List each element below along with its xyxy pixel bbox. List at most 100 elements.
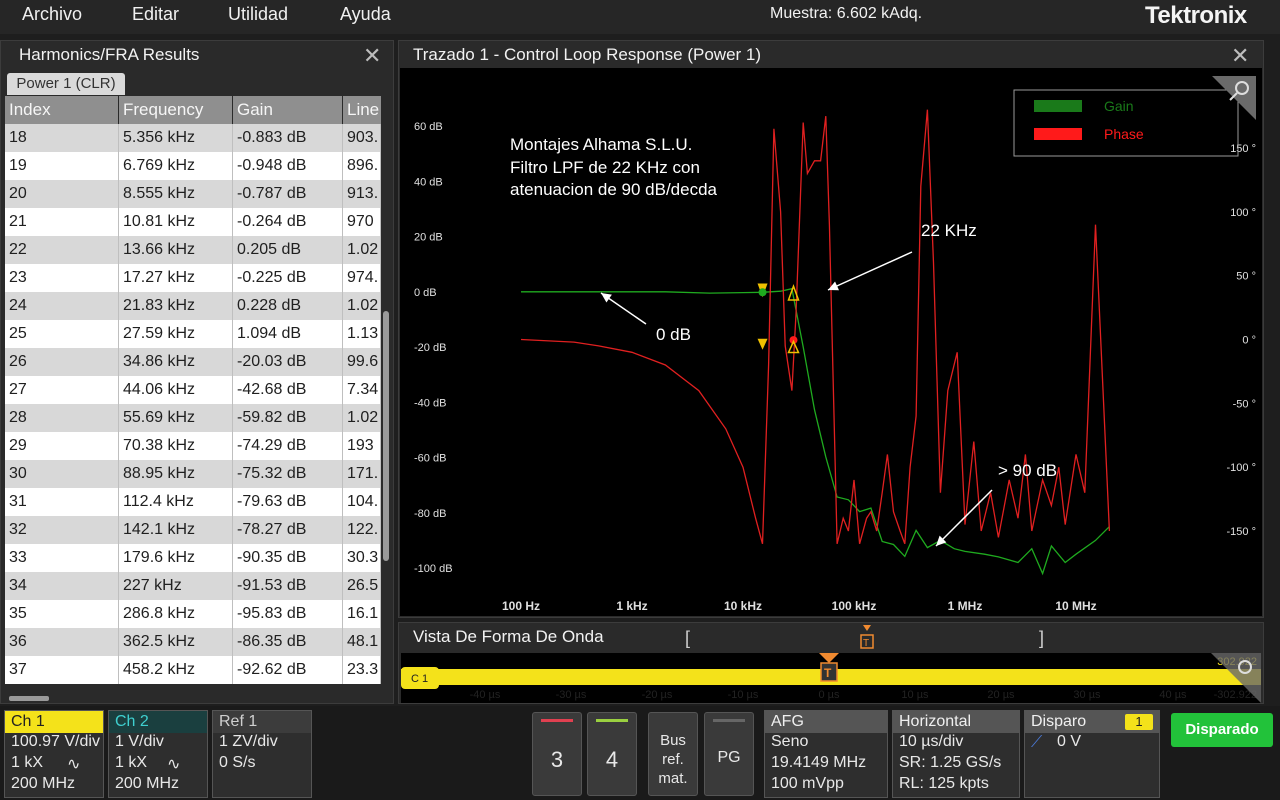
trigger-status-button[interactable]: Disparado bbox=[1171, 713, 1273, 747]
pg-button[interactable]: PG bbox=[704, 712, 754, 796]
cell-frequency: 21.83 kHz bbox=[119, 292, 233, 320]
channel-4-color-bar bbox=[596, 719, 628, 722]
col-header-gain[interactable]: Gain bbox=[233, 96, 342, 124]
col-header-index[interactable]: Index bbox=[5, 96, 118, 124]
table-row[interactable]: 20 8.555 kHz -0.787 dB 913. bbox=[5, 180, 381, 208]
cell-frequency: 17.27 kHz bbox=[119, 264, 233, 292]
cell-index: 37 bbox=[5, 656, 119, 684]
cell-frequency: 179.6 kHz bbox=[119, 544, 233, 572]
close-icon[interactable]: ✕ bbox=[1231, 43, 1249, 69]
afg-amplitude: 100 mVpp bbox=[771, 775, 844, 792]
channel-1-title: Ch 1 bbox=[5, 711, 103, 733]
table-row[interactable]: 27 44.06 kHz -42.68 dB 7.34 bbox=[5, 376, 381, 404]
cell-gain: 1.094 dB bbox=[233, 320, 343, 348]
waveform-strip[interactable]: [] T C 1 -40 µs -30 µs -20 µs -10 µs 0 µs 10 µs 2… bbox=[399, 623, 1265, 705]
close-icon[interactable]: ✕ bbox=[363, 43, 381, 69]
menu-editar[interactable]: Editar bbox=[132, 4, 179, 25]
table-row[interactable]: 35 286.8 kHz -95.83 dB 16.1 bbox=[5, 600, 381, 628]
cell-gain: -0.225 dB bbox=[233, 264, 343, 292]
cell-index: 20 bbox=[5, 180, 119, 208]
table-row[interactable]: 26 34.86 kHz -20.03 dB 99.6 bbox=[5, 348, 381, 376]
arrow-0db-head bbox=[601, 293, 612, 303]
horizontal-title: Horizontal bbox=[893, 711, 1019, 733]
trigger-badge[interactable]: Disparo 1 ⟋ 0 V bbox=[1024, 710, 1160, 798]
afg-waveform: Seno bbox=[771, 733, 809, 750]
vertical-scrollbar[interactable] bbox=[383, 311, 389, 561]
table-row[interactable]: 31 112.4 kHz -79.63 dB 104. bbox=[5, 488, 381, 516]
gain-cursor-point bbox=[758, 288, 767, 297]
horizontal-scrollbar[interactable] bbox=[9, 696, 49, 701]
table-row[interactable]: 37 458.2 kHz -92.62 dB 23.3 bbox=[5, 656, 381, 684]
cell-frequency: 13.66 kHz bbox=[119, 236, 233, 264]
table-row[interactable]: 19 6.769 kHz -0.948 dB 896. bbox=[5, 152, 381, 180]
afg-badge[interactable]: AFG Seno 19.4149 MHz 100 mVpp bbox=[764, 710, 888, 798]
table-row[interactable]: 32 142.1 kHz -78.27 dB 122. bbox=[5, 516, 381, 544]
cell-gain: -95.83 dB bbox=[233, 600, 343, 628]
bus-ref-math-button[interactable]: Bus ref. mat. bbox=[648, 712, 698, 796]
menu-utilidad[interactable]: Utilidad bbox=[228, 4, 288, 25]
time-tick-label: 40 µs bbox=[1159, 689, 1187, 701]
table-row[interactable]: 23 17.27 kHz -0.225 dB 974. bbox=[5, 264, 381, 292]
cell-index: 28 bbox=[5, 404, 119, 432]
trigger-time-t: T bbox=[824, 666, 832, 680]
brand-logo: Tektronix bbox=[1145, 2, 1247, 29]
y-left-tick-label: 40 dB bbox=[414, 176, 443, 188]
channel-3-button[interactable]: 3 bbox=[532, 712, 582, 796]
cell-frequency: 88.95 kHz bbox=[119, 460, 233, 488]
cell-gain: 0.205 dB bbox=[233, 236, 343, 264]
y-left-tick-label: 20 dB bbox=[414, 232, 443, 244]
y-right-tick-label: -150 ° bbox=[1227, 526, 1256, 538]
rising-edge-icon: ⟋ bbox=[1031, 734, 1043, 751]
table-row[interactable]: 18 5.356 kHz -0.883 dB 903. bbox=[5, 124, 381, 152]
plot-area[interactable]: 60 dB 40 dB 20 dB 0 dB -20 dB -40 dB -60 dB -80… bbox=[400, 68, 1262, 616]
channel-4-button[interactable]: 4 bbox=[587, 712, 637, 796]
channel-1-badge[interactable]: Ch 1 100.97 V/div 1 kX ∿ 200 MHz bbox=[4, 710, 104, 798]
channel-2-title: Ch 2 bbox=[109, 711, 207, 733]
cell-line: 30.3 bbox=[343, 544, 381, 572]
horizontal-badge[interactable]: Horizontal 10 µs/div SR: 1.25 GS/s RL: 1… bbox=[892, 710, 1020, 798]
table-row[interactable]: 30 88.95 kHz -75.32 dB 171. bbox=[5, 460, 381, 488]
cell-line: 122. bbox=[343, 516, 381, 544]
pg-label: PG bbox=[717, 749, 741, 766]
cell-gain: -74.29 dB bbox=[233, 432, 343, 460]
y-left-tick-label: 0 dB bbox=[414, 287, 437, 299]
channel-2-badge[interactable]: Ch 2 1 V/div 1 kX ∿ 200 MHz bbox=[108, 710, 208, 798]
table-row[interactable]: 34 227 kHz -91.53 dB 26.5 bbox=[5, 572, 381, 600]
cell-line: 99.6 bbox=[343, 348, 381, 376]
table-row[interactable]: 21 10.81 kHz -0.264 dB 970 bbox=[5, 208, 381, 236]
table-row[interactable]: 36 362.5 kHz -86.35 dB 48.1 bbox=[5, 628, 381, 656]
cell-line: 913. bbox=[343, 180, 381, 208]
cell-index: 23 bbox=[5, 264, 119, 292]
cell-gain: -0.264 dB bbox=[233, 208, 343, 236]
legend-phase-swatch bbox=[1034, 128, 1082, 140]
cell-frequency: 458.2 kHz bbox=[119, 656, 233, 684]
horizontal-record-length: RL: 125 kpts bbox=[899, 775, 989, 792]
table-row[interactable]: 24 21.83 kHz 0.228 dB 1.02 bbox=[5, 292, 381, 320]
y-left-tick-label: -80 dB bbox=[414, 508, 446, 520]
table-row[interactable]: 25 27.59 kHz 1.094 dB 1.13 bbox=[5, 320, 381, 348]
x-tick-label: 1 MHz bbox=[948, 599, 983, 613]
cell-index: 35 bbox=[5, 600, 119, 628]
cell-line: 104. bbox=[343, 488, 381, 516]
col-header-frequency[interactable]: Frequency bbox=[119, 96, 232, 124]
channel-2-impedance: 1 kX bbox=[115, 754, 148, 771]
menu-ayuda[interactable]: Ayuda bbox=[340, 4, 391, 25]
cell-frequency: 55.69 kHz bbox=[119, 404, 233, 432]
cell-index: 36 bbox=[5, 628, 119, 656]
cell-frequency: 27.59 kHz bbox=[119, 320, 233, 348]
legend-gain-swatch bbox=[1034, 100, 1082, 112]
annotation-company: Montajes Alhama S.L.U. bbox=[510, 135, 692, 154]
time-tick-label: -10 µs bbox=[728, 689, 759, 701]
cell-frequency: 5.356 kHz bbox=[119, 124, 233, 152]
ref-1-badge[interactable]: Ref 1 1 ZV/div 0 S/s bbox=[212, 710, 312, 798]
x-tick-label: 100 kHz bbox=[832, 599, 877, 613]
cell-line: 1.02 bbox=[343, 236, 381, 264]
table-row[interactable]: 29 70.38 kHz -74.29 dB 193 bbox=[5, 432, 381, 460]
table-row[interactable]: 33 179.6 kHz -90.35 dB 30.3 bbox=[5, 544, 381, 572]
table-row[interactable]: 28 55.69 kHz -59.82 dB 1.02 bbox=[5, 404, 381, 432]
menu-archivo[interactable]: Archivo bbox=[22, 4, 82, 25]
col-header-line[interactable]: Line bbox=[343, 96, 381, 124]
tab-power-clr[interactable]: Power 1 (CLR) bbox=[7, 73, 125, 95]
table-row[interactable]: 22 13.66 kHz 0.205 dB 1.02 bbox=[5, 236, 381, 264]
cell-frequency: 286.8 kHz bbox=[119, 600, 233, 628]
